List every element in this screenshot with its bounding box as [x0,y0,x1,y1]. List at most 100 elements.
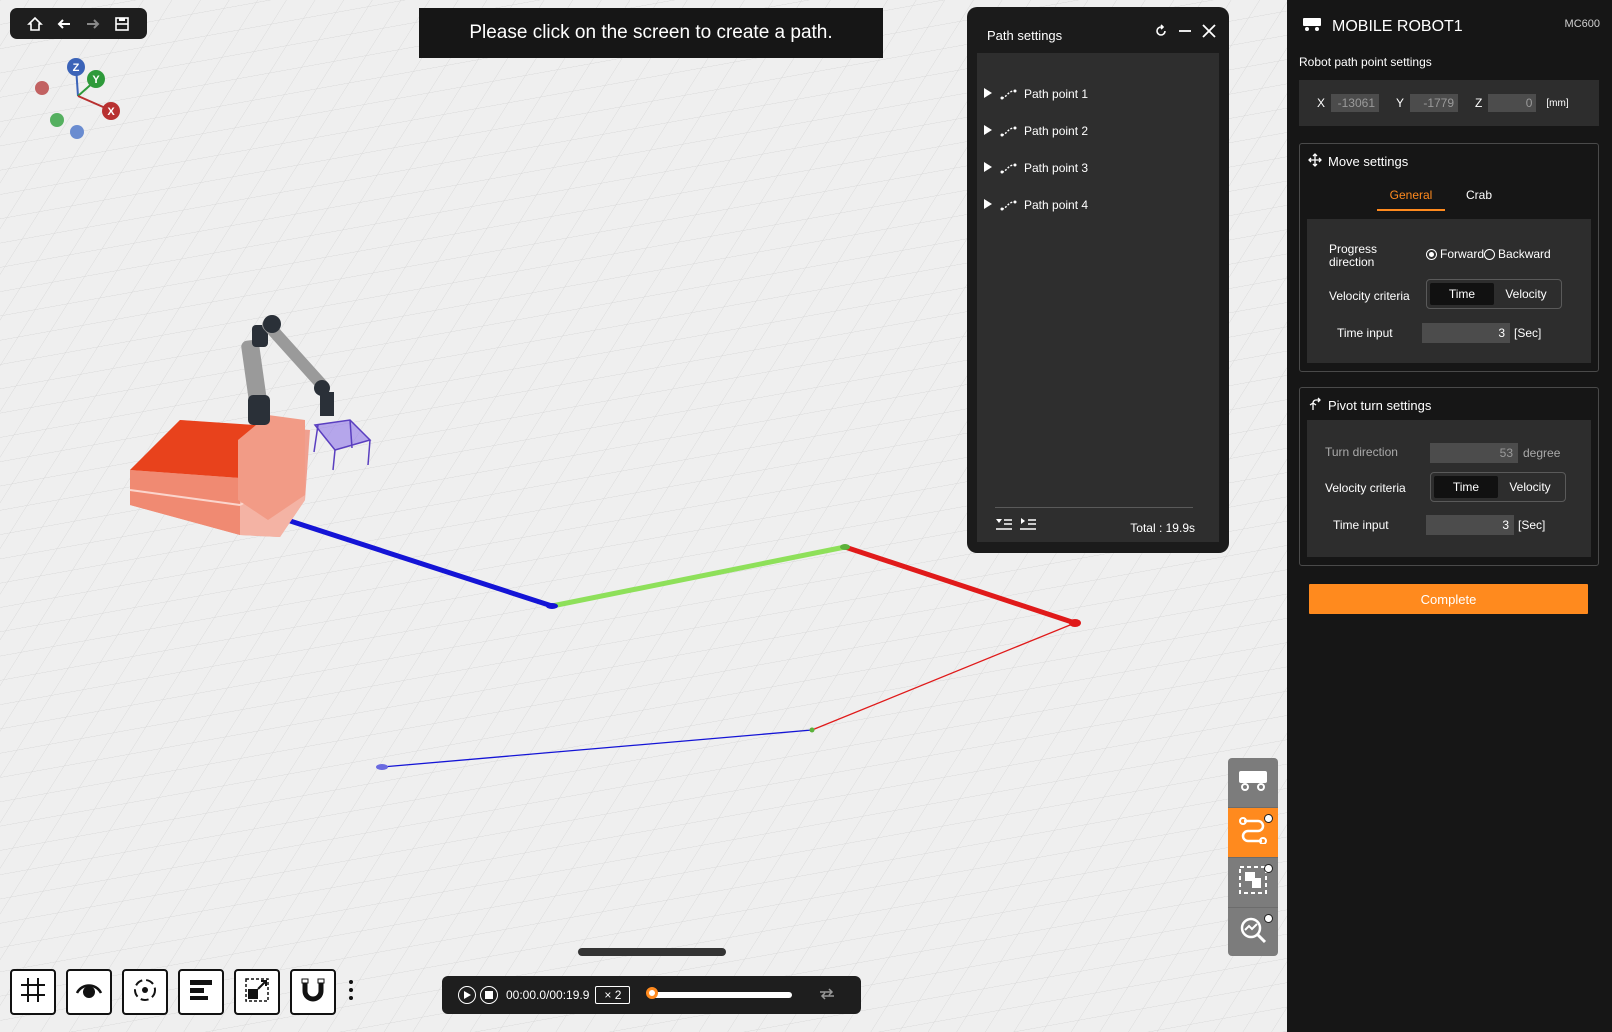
orbit-icon [132,977,158,1008]
x-input[interactable]: -13061 [1331,94,1380,112]
axis-x-label: X [107,106,115,118]
stop-button[interactable] [480,986,498,1004]
status-dot [1264,864,1273,873]
repeat-icon[interactable] [818,987,836,1004]
view-toggle-button[interactable] [66,969,112,1015]
velocity-criteria-label: Velocity criteria [1329,289,1410,303]
minimize-icon[interactable] [1175,21,1195,41]
pivot-time-unit: [Sec] [1518,518,1546,532]
scale-button[interactable] [234,969,280,1015]
pivot-turn-title: Pivot turn settings [1328,398,1432,413]
align-button[interactable] [178,969,224,1015]
path-node-start[interactable] [376,764,388,770]
axis-y-label: Y [92,74,100,86]
coordinate-box: X -13061 Y -1779 Z 0 [mm] [1299,80,1599,126]
turn-direction-input[interactable]: 53 [1430,443,1518,463]
z-input[interactable]: 0 [1488,94,1537,112]
path-node-1[interactable] [546,603,558,609]
robot-model: MC600 [1564,18,1600,30]
path-point-label: Path point 4 [1024,198,1089,212]
move-time-input[interactable]: 3 [1422,323,1510,343]
velocity-option-velocity[interactable]: Velocity [1494,283,1558,305]
collapse-all-icon[interactable] [995,517,1013,536]
close-icon[interactable] [1199,21,1219,41]
pivot-velocity-criteria-label: Velocity criteria [1325,481,1406,495]
playback-slider[interactable] [646,987,793,999]
pivot-turn-icon [1308,397,1322,414]
path-route-icon [1238,816,1268,849]
y-label: Y [1396,96,1405,110]
path-point-item-2[interactable]: Path point 2 [977,116,1219,146]
pivot-velocity-option-velocity[interactable]: Velocity [1498,476,1562,498]
snap-button[interactable] [290,969,336,1015]
dock-path-button[interactable] [1228,808,1278,858]
path-point-item-3[interactable]: Path point 3 [977,153,1219,183]
expand-triangle-icon[interactable] [984,159,994,177]
move-arrows-icon [1308,153,1322,170]
save-icon[interactable] [111,13,133,35]
grid-icon [20,977,46,1008]
x-label: X [1317,96,1326,110]
robot-name: MOBILE ROBOT1 [1332,17,1463,35]
home-icon[interactable] [24,13,46,35]
more-options-button[interactable] [346,977,356,1007]
panel-drag-handle[interactable] [578,948,726,956]
forward-radio[interactable] [1426,248,1437,260]
3d-viewport[interactable]: Z Y X Please click on the screen to crea… [0,0,1287,1032]
path-node-lower[interactable] [809,727,815,733]
path-point-label: Path point 3 [1024,161,1089,175]
expand-triangle-icon[interactable] [984,196,994,214]
turn-direction-label: Turn direction [1325,445,1398,459]
dock-area-button[interactable] [1228,858,1278,908]
time-unit: [Sec] [1514,326,1542,340]
stop-icon [485,988,493,1002]
z-label: Z [1475,96,1483,110]
playback-time: 00:00.0/00:19.9 [506,988,590,1002]
play-button[interactable] [458,986,476,1004]
reset-icon[interactable] [1151,21,1171,41]
grid-toggle-button[interactable] [10,969,56,1015]
pivot-turn-section: Pivot turn settings Turn direction 53 de… [1299,387,1599,566]
playback-slider-thumb[interactable] [646,987,659,999]
total-time-label: Total : 19.9s [1130,521,1195,535]
expand-all-icon[interactable] [1019,517,1037,536]
path-point-label: Path point 2 [1024,124,1089,138]
pivot-velocity-option-time[interactable]: Time [1434,476,1498,498]
velocity-option-time[interactable]: Time [1430,283,1494,305]
status-dot [1264,914,1273,923]
dock-robot-button[interactable] [1228,758,1278,808]
expand-triangle-icon[interactable] [984,122,994,140]
path-settings-header: Path settings [967,7,1229,53]
pivot-time-input-label: Time input [1333,518,1389,532]
redo-arrow-icon[interactable] [82,13,104,35]
complete-button[interactable]: Complete [1309,584,1588,614]
time-input-label: Time input [1337,326,1393,340]
resize-icon [244,977,270,1008]
pivot-time-input[interactable]: 3 [1426,515,1514,535]
playback-speed[interactable]: × 2 [595,986,631,1004]
dock-analysis-button[interactable] [1228,908,1278,956]
velocity-criteria-toggle: Time Velocity [1426,279,1562,309]
path-settings-panel: Path settings Path point 1 Path point 2 … [967,7,1229,553]
y-input[interactable]: -1779 [1410,94,1459,112]
tool-dock [1228,758,1278,956]
path-point-item-1[interactable]: Path point 1 [977,79,1219,109]
expand-triangle-icon[interactable] [984,85,994,103]
tab-general[interactable]: General [1377,180,1445,211]
path-node-2[interactable] [840,544,850,550]
play-icon [463,988,471,1002]
backward-label: Backward [1498,247,1551,261]
instruction-banner: Please click on the screen to create a p… [419,8,883,58]
path-curve-icon [1000,161,1018,175]
top-toolbar [10,8,147,39]
backward-radio[interactable] [1484,248,1496,260]
mobile-robot-icon [1302,16,1322,37]
pivot-turn-settings: Turn direction 53 degree Velocity criter… [1307,420,1591,557]
path-point-item-4[interactable]: Path point 4 [977,190,1219,220]
undo-arrow-icon[interactable] [53,13,75,35]
path-curve-icon [1000,87,1018,101]
tab-crab[interactable]: Crab [1445,180,1513,209]
magnet-icon [301,977,325,1008]
move-tabs: General Crab [1377,180,1513,211]
orbit-button[interactable] [122,969,168,1015]
